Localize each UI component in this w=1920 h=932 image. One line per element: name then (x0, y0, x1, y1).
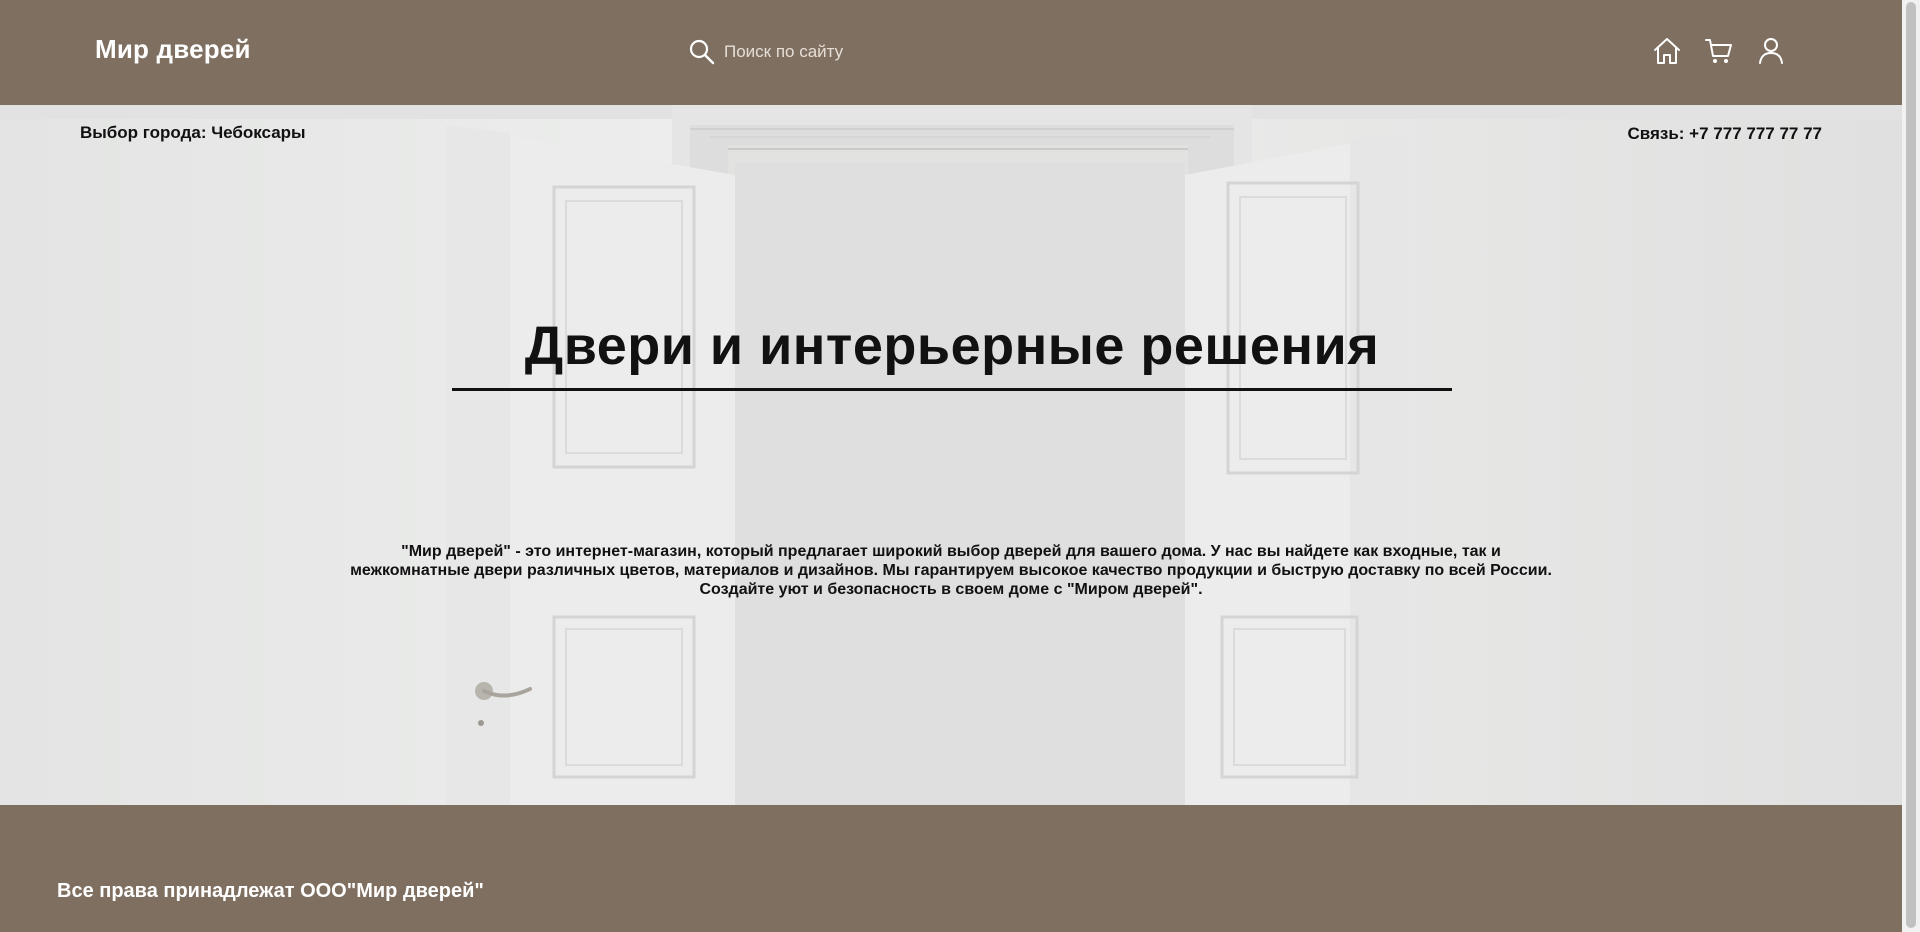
page: Мир дверей Поиск по сайту Выбор города: … (0, 0, 1920, 932)
cart-icon (1705, 39, 1732, 63)
account-button[interactable] (1754, 34, 1788, 68)
hero-background-image (0, 105, 1902, 805)
city-selector[interactable]: Выбор города: Чебоксары (80, 123, 306, 143)
hero-section: Выбор города: Чебоксары Связь: +7 777 77… (0, 105, 1902, 805)
site-footer: Все права принадлежат ООО"Мир дверей" (0, 805, 1902, 932)
scrollbar-thumb[interactable] (1906, 2, 1916, 928)
cart-button[interactable] (1702, 34, 1736, 68)
copyright-text: Все права принадлежат ООО"Мир дверей" (57, 880, 484, 902)
home-button[interactable] (1650, 34, 1684, 68)
hero-description: "Мир дверей" - это интернет-магазин, кот… (350, 543, 1552, 598)
search-icon[interactable] (688, 38, 716, 66)
home-icon (1654, 38, 1680, 64)
page-scrollbar[interactable] (1902, 0, 1920, 932)
contact-phone[interactable]: Связь: +7 777 777 77 77 (1627, 124, 1822, 144)
search-input[interactable] (724, 42, 1024, 62)
title-underline (452, 388, 1452, 391)
user-icon (1759, 38, 1783, 64)
header-actions (1650, 34, 1788, 68)
site-header: Мир дверей (0, 0, 1902, 105)
site-logo[interactable]: Мир дверей (95, 34, 251, 65)
search-bar[interactable] (688, 34, 1048, 70)
hero-title: Двери и интерьерные решения (524, 316, 1380, 376)
